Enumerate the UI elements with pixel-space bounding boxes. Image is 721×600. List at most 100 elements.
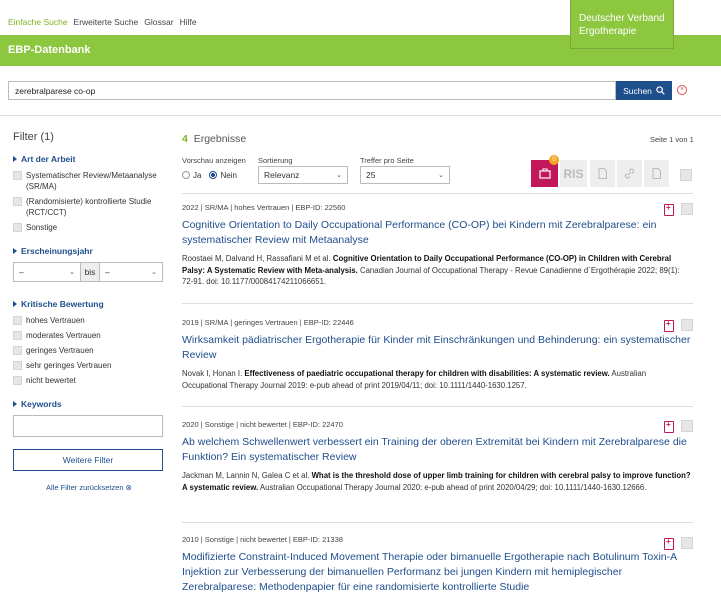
result-title-link[interactable]: Cognitive Orientation to Daily Occupatio…: [182, 218, 693, 248]
magnifier-icon: [656, 86, 665, 95]
page-info: Seite 1 von 1: [650, 135, 694, 144]
filter-section-keywords[interactable]: Keywords: [13, 399, 165, 409]
nav-help[interactable]: Hilfe: [180, 17, 197, 27]
link-button[interactable]: [617, 160, 642, 187]
radio[interactable]: [182, 171, 190, 179]
filter-title: Filter (1): [13, 131, 54, 143]
filter-option-label: hohes Vertrauen: [26, 316, 85, 325]
checkbox[interactable]: [13, 331, 22, 340]
filter-sidebar: Filter (1) Art der Arbeit Systematischer…: [13, 131, 165, 492]
result-authors: Roostaei M, Dalvand H, Rassafiani M et a…: [182, 254, 333, 263]
preview-yes-option[interactable]: Ja: [182, 171, 201, 180]
checkbox[interactable]: [13, 316, 22, 325]
bookmark-add-icon[interactable]: [664, 420, 674, 433]
filter-option: Systematischer Review/Metaanalyse (SR/MA…: [13, 170, 165, 192]
search-input[interactable]: [8, 81, 616, 100]
nav-glossary[interactable]: Glossar: [144, 17, 173, 27]
filter-section-year-label: Erscheinungsjahr: [21, 246, 93, 256]
checkbox[interactable]: [13, 376, 22, 385]
filter-option: Sonstige: [13, 222, 165, 233]
keywords-input[interactable]: [13, 415, 163, 437]
result-checkbox[interactable]: [681, 420, 693, 432]
year-to-select[interactable]: – ⌄: [99, 262, 163, 282]
result-authors: Jackman M, Lannin N, Galea C et al.: [182, 471, 312, 480]
filter-option-label: nicht bewertet: [26, 376, 76, 385]
result-title-link[interactable]: Modifizierte Constraint-Induced Movement…: [182, 550, 693, 595]
filter-section-year[interactable]: Erscheinungsjahr: [13, 246, 165, 256]
reset-filters-link[interactable]: Alle Filter zurücksetzen ⊗: [13, 483, 165, 492]
per-page-label: Treffer pro Seite: [360, 156, 414, 165]
preview-radio-group: Ja Nein: [182, 171, 237, 180]
link-icon: [624, 168, 635, 179]
checkbox[interactable]: [13, 223, 22, 232]
year-from-value: –: [19, 267, 24, 277]
radio-selected[interactable]: [209, 171, 218, 179]
result-checkbox[interactable]: [681, 319, 693, 331]
sort-select[interactable]: Relevanz ⌄: [258, 166, 348, 184]
result-title-link[interactable]: Wirksamkeit pädiatrischer Ergotherapie f…: [182, 333, 693, 363]
sort-label: Sortierung: [258, 156, 293, 165]
result-citation: Roostaei M, Dalvand H, Rassafiani M et a…: [182, 253, 693, 288]
result-paper-title: Effectiveness of paediatric occupational…: [244, 369, 610, 378]
bookmark-add-icon[interactable]: [664, 537, 674, 550]
result-checkbox[interactable]: [681, 203, 693, 215]
search-button-label: Suchen: [623, 85, 652, 96]
checkbox[interactable]: [13, 171, 22, 180]
per-page-select[interactable]: 25 ⌄: [360, 166, 450, 184]
result-meta: 2020 | Sonstige | nicht bewertet | EBP-I…: [182, 420, 343, 429]
box-icon: [538, 168, 551, 179]
result-citation: Novak I, Honan I. Effectiveness of paedi…: [182, 368, 693, 391]
filter-option-label: Sonstige: [26, 223, 58, 232]
pdf-export-button[interactable]: [590, 160, 615, 187]
chevron-down-icon: ⌄: [336, 172, 342, 179]
brand-line-2: Ergotherapie: [579, 26, 637, 37]
checkbox[interactable]: [13, 197, 22, 206]
result-item: 2022 | SR/MA | hohes Vertrauen | EBP-ID:…: [182, 203, 693, 288]
result-title-link[interactable]: Ab welchem Schwellenwert verbessert ein …: [182, 435, 693, 465]
print-button[interactable]: [644, 160, 669, 187]
ris-export-button[interactable]: RIS: [560, 160, 587, 187]
per-page-value: 25: [366, 170, 376, 180]
clear-search-icon[interactable]: ×: [677, 85, 687, 95]
reset-filters-label: Alle Filter zurücksetzen: [46, 483, 124, 492]
chevron-down-icon: ⌄: [438, 172, 444, 179]
triangle-right-icon: [13, 401, 17, 407]
chevron-down-icon: ⌄: [69, 269, 75, 276]
filter-option-label: geringes Vertrauen: [26, 346, 94, 355]
sort-value: Relevanz: [264, 170, 300, 180]
result-citation: Jackman M, Lannin N, Galea C et al. What…: [182, 470, 693, 493]
filter-option: sehr geringes Vertrauen: [13, 360, 165, 371]
select-all-checkbox[interactable]: [680, 169, 692, 181]
divider: [182, 406, 693, 407]
preview-no-label: Nein: [220, 171, 237, 180]
collection-count-badge: 0: [549, 155, 559, 165]
brand-logo[interactable]: Deutscher Verband Ergotherapie: [570, 0, 674, 49]
divider: [182, 303, 693, 304]
bookmark-add-icon[interactable]: [664, 319, 674, 332]
checkbox[interactable]: [13, 346, 22, 355]
year-bis-label: bis: [81, 262, 99, 282]
nav-advanced-search[interactable]: Erweiterte Suche: [74, 17, 139, 27]
filter-option: geringes Vertrauen: [13, 345, 165, 356]
filter-section-rating[interactable]: Kritische Bewertung: [13, 299, 165, 309]
more-filters-button[interactable]: Weitere Filter: [13, 449, 163, 471]
filter-section-art[interactable]: Art der Arbeit: [13, 154, 165, 164]
filter-option-label: (Randomisierte) kontrollierte Studie (RC…: [26, 197, 152, 217]
page-title: EBP-Datenbank: [8, 44, 91, 56]
top-navigation: Einfache Suche Erweiterte Suche Glossar …: [8, 17, 197, 27]
preview-no-option[interactable]: Nein: [209, 171, 237, 180]
result-checkbox[interactable]: [681, 537, 693, 549]
search-button[interactable]: Suchen: [616, 81, 672, 100]
document-icon: [652, 168, 661, 179]
nav-simple-search[interactable]: Einfache Suche: [8, 17, 68, 27]
triangle-right-icon: [13, 156, 17, 162]
document-icon: [598, 168, 607, 179]
collection-button[interactable]: 0: [531, 155, 559, 187]
filter-option: nicht bewertet: [13, 375, 165, 386]
divider: [182, 522, 693, 523]
year-from-select[interactable]: – ⌄: [13, 262, 81, 282]
filter-option: (Randomisierte) kontrollierte Studie (RC…: [13, 196, 165, 218]
bookmark-add-icon[interactable]: [664, 203, 674, 216]
result-item: 2019 | SR/MA | geringes Vertrauen | EBP-…: [182, 318, 693, 391]
checkbox[interactable]: [13, 361, 22, 370]
